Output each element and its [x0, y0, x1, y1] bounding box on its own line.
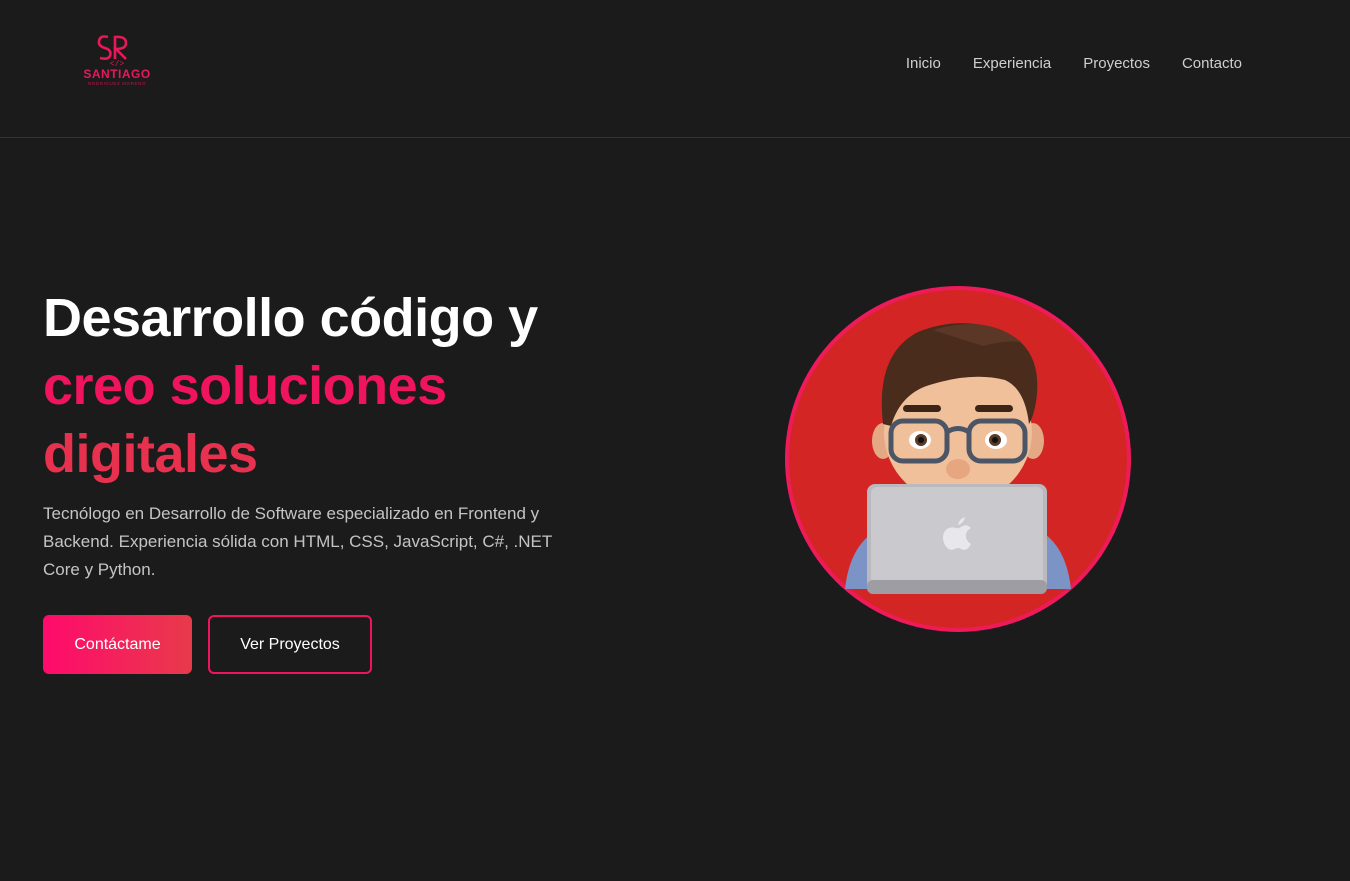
hero-title-line-3: digitales — [43, 424, 258, 484]
brand-logo[interactable]: </> SANTIAGO RODRIGUEZ MORENO — [78, 33, 156, 95]
nav-link-proyectos[interactable]: Proyectos — [1083, 55, 1150, 72]
main-nav: Inicio Experiencia Proyectos Contacto — [874, 55, 1242, 72]
nav-link-experiencia[interactable]: Experiencia — [973, 55, 1051, 72]
hero-title-line-2: creo soluciones — [43, 356, 447, 416]
memoji-avatar-icon — [785, 286, 1131, 632]
brand-name: SANTIAGO — [83, 67, 151, 81]
contact-button[interactable]: Contáctame — [43, 615, 192, 674]
hero-title-line-1: Desarrollo código y — [43, 288, 538, 348]
code-symbol-text: </> — [110, 60, 125, 67]
sr-monogram-icon: </> — [97, 35, 128, 67]
view-projects-button[interactable]: Ver Proyectos — [208, 615, 372, 674]
nav-link-contacto[interactable]: Contacto — [1182, 55, 1242, 72]
hero-description: Tecnólogo en Desarrollo de Software espe… — [43, 504, 552, 579]
hero-title: Desarrollo código y creo soluciones digi… — [43, 284, 538, 488]
avatar — [783, 284, 1133, 634]
site-header: </> SANTIAGO RODRIGUEZ MORENO Inicio Exp… — [0, 0, 1350, 138]
brand-subtitle: RODRIGUEZ MORENO — [87, 81, 147, 86]
nav-link-inicio[interactable]: Inicio — [906, 55, 941, 72]
